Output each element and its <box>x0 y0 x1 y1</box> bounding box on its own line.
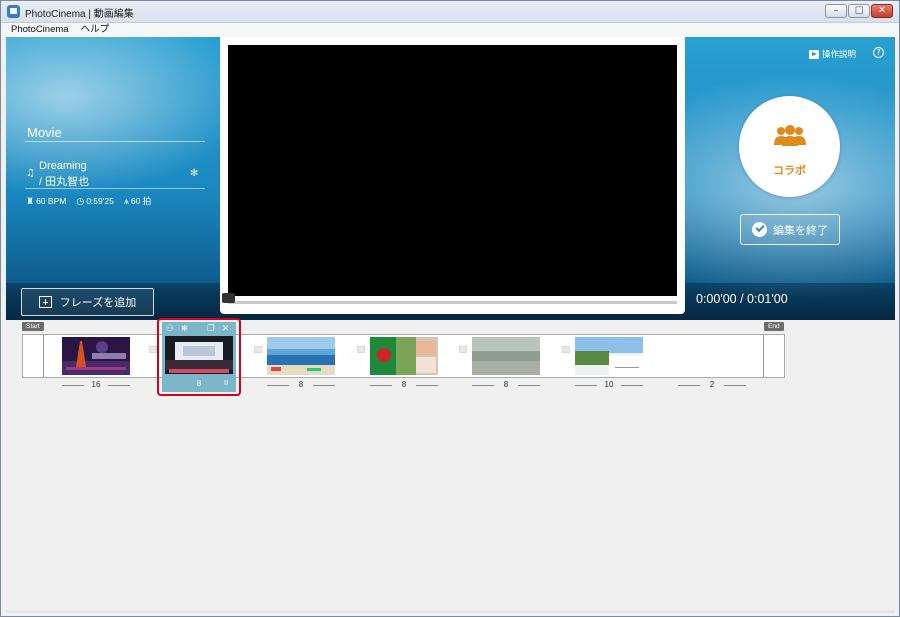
help-link[interactable]: 操作説明 <box>809 48 856 60</box>
beats-value: 60 拍 <box>130 196 152 206</box>
seek-bar[interactable] <box>228 301 677 304</box>
bpm-value: 60 BPM <box>36 196 67 206</box>
duration-value: 0:59'25 <box>86 196 114 206</box>
transition-icon[interactable] <box>562 346 570 353</box>
timeline-start-tag: Start <box>22 322 44 331</box>
help-label: 操作説明 <box>822 49 857 59</box>
menu-photocinema[interactable]: PhotoCinema <box>11 23 69 37</box>
transition-icon[interactable] <box>357 346 365 353</box>
video-screen[interactable] <box>228 45 677 296</box>
menu-help[interactable]: ヘルプ <box>81 23 110 37</box>
transition-icon[interactable] <box>149 346 157 353</box>
movie-section-title: Movie <box>27 125 62 140</box>
add-frame-icon <box>38 296 52 308</box>
app-icon <box>7 5 20 18</box>
minimize-icon: – <box>833 5 839 16</box>
window-controls: – □ ✕ <box>825 4 893 18</box>
metronome-icon: ♜ <box>26 195 35 206</box>
group-icon <box>774 125 806 146</box>
end-marker[interactable] <box>763 335 764 377</box>
collab-button[interactable]: コラボ <box>739 96 840 197</box>
timecode: 0:00'00 / 0:01'00 <box>696 292 788 306</box>
app-window: PhotoCinema | 動画編集 – □ ✕ PhotoCinema ヘルプ… <box>0 0 900 617</box>
bpm-stat: ♜ 60 BPM <box>26 195 66 207</box>
divider <box>25 141 205 142</box>
finish-label: 編集を終了 <box>773 224 828 237</box>
music-note-icon: ♫ <box>26 168 35 179</box>
close-icon: ✕ <box>878 5 886 16</box>
window-title: PhotoCinema | 動画編集 <box>25 9 134 20</box>
play-video-icon <box>809 49 819 59</box>
seek-handle[interactable] <box>222 293 235 303</box>
clip-thumbnail[interactable] <box>370 337 438 375</box>
clip-count: 2 <box>678 380 746 392</box>
add-phrase-label: フレーズを追加 <box>59 297 137 309</box>
clip-thumbnail[interactable] <box>267 337 335 375</box>
song-settings-icon[interactable]: ✻ <box>190 168 198 179</box>
clip-count: 16 <box>62 380 130 392</box>
timeline-end-tag: End <box>764 322 784 331</box>
minimize-button[interactable]: – <box>825 4 847 18</box>
maximize-icon: □ <box>854 5 864 16</box>
question-icon[interactable]: ? <box>873 47 884 58</box>
beats-stat: ⩚ 60 拍 <box>124 195 151 207</box>
clip-thumbnail[interactable] <box>62 337 130 375</box>
finish-editing-button[interactable]: 編集を終了 <box>740 214 840 245</box>
clip-count: 10 <box>575 380 643 392</box>
add-phrase-button[interactable]: フレーズを追加 <box>21 288 154 316</box>
clip-count: 8 <box>267 380 335 392</box>
divider <box>25 188 205 189</box>
video-player <box>220 37 685 314</box>
beats-icon: ⩚ <box>123 195 129 206</box>
collab-label: コラボ <box>773 165 806 177</box>
duration-stat: ◷ 0:59'25 <box>76 195 113 207</box>
transition-icon[interactable] <box>254 346 262 353</box>
title-bar: PhotoCinema | 動画編集 – □ ✕ <box>1 1 899 23</box>
clip-thumbnail[interactable] <box>472 337 540 375</box>
timeline-track <box>22 334 785 378</box>
bottom-edge <box>6 610 895 613</box>
song-title: Dreaming <box>39 160 87 172</box>
selection-highlight <box>157 318 241 396</box>
start-marker[interactable] <box>43 335 44 377</box>
clock-icon: ◷ <box>76 195 85 206</box>
song-stats: ♜ 60 BPM ◷ 0:59'25 ⩚ 60 拍 <box>26 195 151 207</box>
song-artist: / 田丸智也 <box>39 176 90 188</box>
transition-icon[interactable] <box>459 346 467 353</box>
clip-thumbnail[interactable] <box>575 337 643 375</box>
editor-hero: Movie ♫ Dreaming / 田丸智也 ✻ ♜ 60 BPM ◷ 0:5… <box>6 37 895 320</box>
check-icon <box>752 222 767 237</box>
clip-count: 8 <box>472 380 540 392</box>
menu-bar: PhotoCinema ヘルプ <box>1 23 899 37</box>
clip-count: 8 <box>370 380 438 392</box>
maximize-button[interactable]: □ <box>848 4 870 18</box>
close-button[interactable]: ✕ <box>871 4 893 18</box>
